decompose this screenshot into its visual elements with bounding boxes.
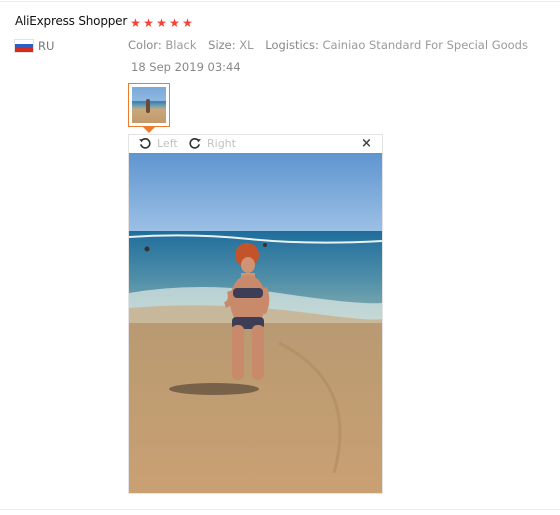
viewer-toolbar: Left Right ×: [129, 135, 382, 153]
reviewer-name: AliExpress Shopper: [15, 14, 128, 28]
top-divider: [0, 1, 560, 2]
star-icon: ★: [182, 16, 193, 30]
logistics-label: Logistics:: [265, 38, 319, 52]
color-label: Color:: [128, 38, 162, 52]
reviewer-country: RU: [38, 39, 55, 53]
rotate-left-button[interactable]: Left: [138, 136, 178, 150]
order-properties: Color: Black Size: XL Logistics: Cainiao…: [128, 38, 528, 52]
star-icon: ★: [130, 16, 141, 30]
photo-viewer: Left Right ×: [128, 134, 383, 494]
review-photo: [129, 153, 382, 493]
close-icon[interactable]: ×: [361, 136, 372, 151]
thumbnail-pointer: [143, 127, 155, 133]
bottom-divider: [0, 509, 560, 510]
rating-stars: ★ ★ ★ ★ ★: [129, 16, 194, 30]
photo-thumbnail[interactable]: [128, 83, 170, 127]
rotate-right-button[interactable]: Right: [188, 136, 236, 150]
rotate-left-label: Left: [157, 136, 178, 150]
thumbnail-image: [132, 87, 166, 123]
rotate-right-icon: [189, 138, 201, 149]
logistics-value: Cainiao Standard For Special Goods: [322, 38, 528, 52]
star-icon: ★: [143, 16, 154, 30]
review-date: 18 Sep 2019 03:44: [131, 60, 241, 74]
ru-flag-icon: [15, 40, 33, 52]
rotate-right-label: Right: [207, 136, 236, 150]
color-value: Black: [165, 38, 197, 52]
rotate-left-icon: [139, 138, 151, 149]
star-icon: ★: [156, 16, 167, 30]
star-icon: ★: [169, 16, 180, 30]
size-label: Size:: [208, 38, 236, 52]
size-value: XL: [239, 38, 254, 52]
